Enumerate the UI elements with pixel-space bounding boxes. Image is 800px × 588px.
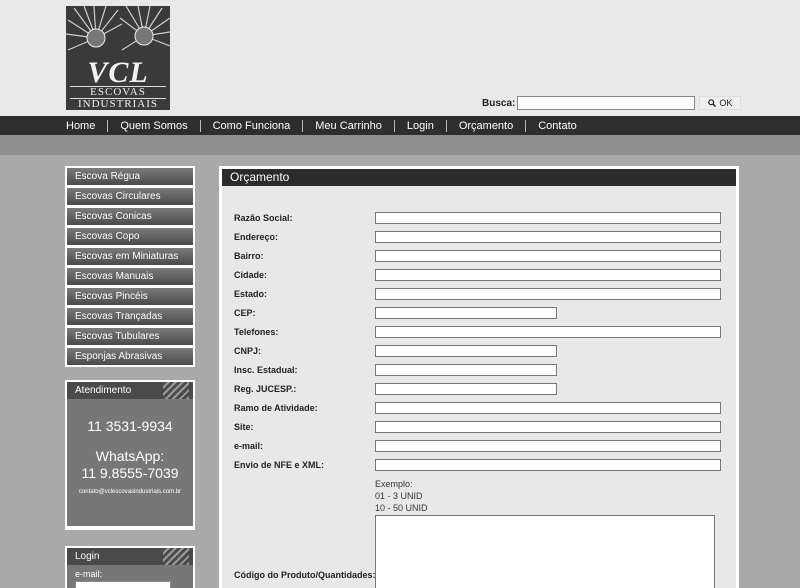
login-box: Login e-mail: (65, 546, 195, 588)
atendimento-box: Atendimento 11 3531-9934 WhatsApp: 11 9.… (65, 380, 195, 530)
field-label: Site: (234, 422, 254, 432)
email-input[interactable] (375, 440, 721, 452)
sidebar-item-escovas-trancadas[interactable]: Escovas Trançadas (67, 308, 193, 325)
cep-input[interactable] (375, 307, 557, 319)
quote-form: Orçamento Razão Social: Endereço: Bairro… (222, 169, 736, 588)
field-razao-social: Razão Social: (234, 211, 734, 225)
estado-input[interactable] (375, 288, 721, 300)
example-line-2: 10 - 50 UNID (375, 503, 428, 513)
example-title: Exemplo: (375, 479, 413, 489)
insc-estadual-input[interactable] (375, 364, 557, 376)
field-telefones: Telefones: (234, 325, 734, 339)
search-button[interactable]: OK (699, 96, 742, 110)
products-example: Exemplo: 01 - 3 UNID 10 - 50 UNID (375, 478, 428, 514)
field-label: Telefones: (234, 327, 279, 337)
login-header: Login (67, 548, 193, 565)
logo-main-text: VCL (87, 56, 149, 89)
ramo-atividade-input[interactable] (375, 402, 721, 414)
brand-logo[interactable]: VCL ESCOVAS INDUSTRIAIS (66, 6, 170, 110)
whatsapp-label: WhatsApp: (95, 448, 165, 464)
field-cnpj: CNPJ: (234, 344, 734, 358)
nav-quem-somos[interactable]: Quem Somos (108, 119, 201, 132)
contact-email[interactable]: contato@vclescovasindustriais.com.br (67, 489, 193, 495)
stripes-decoration-icon (163, 382, 189, 399)
login-email-label: e-mail: (75, 569, 103, 579)
field-label: Envio de NFE e XML: (234, 460, 325, 470)
product-category-menu: Escova Régua Escovas Circulares Escovas … (65, 166, 195, 367)
field-label: Reg. JUCESP.: (234, 384, 297, 394)
sidebar-item-escovas-circulares[interactable]: Escovas Circulares (67, 188, 193, 205)
quote-panel: Orçamento Razão Social: Endereço: Bairro… (219, 166, 739, 588)
products-label: Código do Produto/Quantidades: (234, 570, 376, 580)
search-input[interactable] (517, 96, 696, 110)
nav-home[interactable]: Home (54, 119, 109, 132)
field-estado: Estado: (234, 287, 734, 301)
telefones-input[interactable] (375, 326, 721, 338)
nav-como-funciona[interactable]: Como Funciona (201, 119, 304, 132)
field-reg-jucesp: Reg. JUCESP.: (234, 382, 734, 396)
sidebar-item-escovas-conicas[interactable]: Escovas Conicas (67, 208, 193, 225)
atendimento-body: 11 3531-9934 WhatsApp: 11 9.8555-7039 co… (67, 399, 193, 526)
field-bairro: Bairro: (234, 249, 734, 263)
envio-nfe-input[interactable] (375, 459, 721, 471)
login-body: e-mail: (67, 565, 193, 588)
field-endereco: Endereço: (234, 230, 734, 244)
search-button-label: OK (719, 98, 733, 108)
field-label: Ramo de Atividade: (234, 403, 318, 413)
field-cep: CEP: (234, 306, 734, 320)
cnpj-input[interactable] (375, 345, 557, 357)
whatsapp-number: 11 9.8555-7039 (81, 465, 179, 481)
search-bar: Busca: OK (482, 95, 742, 111)
search-label: Busca: (482, 97, 516, 109)
cidade-input[interactable] (375, 269, 721, 281)
nav-meu-carrinho[interactable]: Meu Carrinho (303, 119, 395, 132)
field-label: Bairro: (234, 251, 264, 261)
search-icon (708, 99, 717, 107)
site-header: VCL ESCOVAS INDUSTRIAIS Busca: OK (0, 0, 800, 116)
sidebar-item-escovas-miniaturas[interactable]: Escovas em Miniaturas (67, 248, 193, 265)
main-nav: Home Quem Somos Como Funciona Meu Carrin… (0, 116, 800, 135)
sidebar-item-escovas-tubulares[interactable]: Escovas Tubulares (67, 328, 193, 345)
nav-orcamento[interactable]: Orçamento (447, 119, 527, 132)
sidebar-item-escovas-pinceis[interactable]: Escovas Pincéis (67, 288, 193, 305)
field-label: Endereço: (234, 232, 279, 242)
sidebar-item-esponjas-abrasivas[interactable]: Esponjas Abrasivas (67, 348, 193, 365)
field-label: Estado: (234, 289, 268, 299)
field-label: e-mail: (234, 441, 264, 451)
field-label: CNPJ: (234, 346, 262, 356)
sub-bar (0, 135, 800, 155)
atendimento-header: Atendimento (67, 382, 193, 399)
nav-contato[interactable]: Contato (526, 120, 589, 132)
sidebar-item-escova-regua[interactable]: Escova Régua (67, 168, 193, 185)
field-envio-nfe: Envio de NFE e XML: (234, 458, 734, 472)
reg-jucesp-input[interactable] (375, 383, 557, 395)
bairro-input[interactable] (375, 250, 721, 262)
razao-social-input[interactable] (375, 212, 721, 224)
logo-wordmark: VCL ESCOVAS INDUSTRIAIS (66, 56, 170, 110)
logo-sub-text-2: INDUSTRIAIS (70, 99, 166, 110)
example-line-1: 01 - 3 UNID (375, 491, 423, 501)
site-input[interactable] (375, 421, 721, 433)
field-label: Razão Social: (234, 213, 293, 223)
field-label: Cidade: (234, 270, 268, 280)
nav-login[interactable]: Login (395, 119, 447, 132)
sidebar-item-escovas-manuais[interactable]: Escovas Manuais (67, 268, 193, 285)
quote-title: Orçamento (222, 169, 736, 186)
field-label: Insc. Estadual: (234, 365, 298, 375)
field-email: e-mail: (234, 439, 734, 453)
products-textarea[interactable] (375, 515, 715, 588)
field-ramo-atividade: Ramo de Atividade: (234, 401, 734, 415)
endereco-input[interactable] (375, 231, 721, 243)
stripes-decoration-icon (163, 548, 189, 565)
field-site: Site: (234, 420, 734, 434)
field-cidade: Cidade: (234, 268, 734, 282)
login-title: Login (75, 551, 100, 562)
sidebar-item-escovas-copo[interactable]: Escovas Copo (67, 228, 193, 245)
field-label: CEP: (234, 308, 256, 318)
phone-number: 11 3531-9934 (87, 418, 173, 434)
field-insc-estadual: Insc. Estadual: (234, 363, 734, 377)
login-email-input[interactable] (75, 581, 171, 588)
atendimento-title: Atendimento (75, 385, 132, 396)
